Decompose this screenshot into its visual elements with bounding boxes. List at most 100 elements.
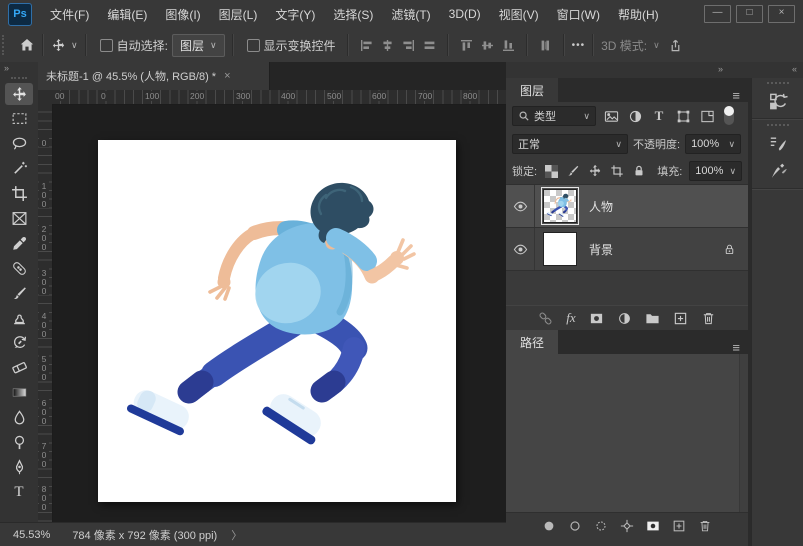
blend-mode-dropdown[interactable]: 正常 ∨ [512,134,628,154]
align-bottom-icon[interactable] [502,39,515,52]
collapse-panels-icon[interactable]: » [718,64,723,74]
filter-type-layers-icon[interactable]: T [650,107,668,125]
fill-dropdown[interactable]: 100% ∨ [689,161,743,181]
paths-scrollbar[interactable] [739,354,748,512]
menu-help[interactable]: 帮助(H) [618,6,659,23]
home-icon[interactable] [19,37,35,53]
layers-menu-icon[interactable]: ≡ [732,89,740,102]
eyedropper-tool[interactable] [5,232,33,254]
spot-healing-tool[interactable] [5,257,33,279]
new-path-icon[interactable] [672,519,686,533]
frame-tool[interactable] [5,207,33,229]
move-tool-preset-icon[interactable] [51,38,66,53]
stroke-path-icon[interactable] [568,519,582,533]
lock-pixels-icon[interactable] [566,163,581,179]
paths-menu-icon[interactable]: ≡ [732,341,740,354]
toolbar-grip[interactable] [11,77,27,79]
gradient-tool[interactable] [5,382,33,404]
strip-grip[interactable] [767,82,789,84]
blur-tool[interactable] [5,406,33,428]
visibility-toggle[interactable] [506,228,535,270]
lasso-tool[interactable] [5,133,33,155]
add-mask-from-path-icon[interactable] [646,519,660,533]
brush-tool[interactable] [5,282,33,304]
link-layers-icon[interactable] [538,311,553,326]
dodge-tool[interactable] [5,431,33,453]
move-tool[interactable] [5,83,33,105]
menu-file[interactable]: 文件(F) [50,6,89,23]
align-top-icon[interactable] [460,39,473,52]
filter-toggle-switch[interactable] [724,106,734,125]
filter-adjustment-layers-icon[interactable] [626,107,644,125]
new-layer-icon[interactable] [673,311,688,326]
layer-thumbnail[interactable] [541,187,579,225]
menu-type[interactable]: 文字(Y) [275,6,315,23]
adjustment-layer-icon[interactable] [617,311,632,326]
eraser-tool[interactable] [5,357,33,379]
new-group-icon[interactable] [645,311,660,326]
layer-row-background[interactable]: 背景 [506,228,748,271]
lock-transparency-icon[interactable] [544,163,559,179]
status-chevron-icon[interactable]: 〉 [231,527,242,543]
menu-select[interactable]: 选择(S) [333,6,373,23]
auto-select-checkbox[interactable] [99,38,113,52]
brushes-panel-icon[interactable] [763,158,793,184]
menu-edit[interactable]: 编辑(E) [107,6,147,23]
align-middle-v-icon[interactable] [481,39,494,52]
vertical-ruler[interactable]: 0 100 200 300 400 500 600 700 800 [38,104,53,522]
delete-path-icon[interactable] [698,519,712,533]
type-tool[interactable]: T [5,481,33,503]
mode-3d-chevron-icon[interactable]: ∨ [653,40,660,51]
layer-style-button[interactable]: fx [566,310,575,326]
pen-tool[interactable] [5,456,33,478]
menu-window[interactable]: 窗口(W) [557,6,600,23]
rectangular-marquee-tool[interactable] [5,108,33,130]
clone-stamp-tool[interactable] [5,307,33,329]
magic-wand-tool[interactable] [5,158,33,180]
history-panel-icon[interactable] [763,88,793,114]
tab-paths[interactable]: 路径 [506,330,559,354]
layer-filter-dropdown[interactable]: 类型 ∨ [512,106,596,126]
show-transform-checkbox[interactable] [246,38,260,52]
minimize-button[interactable]: — [704,5,731,23]
visibility-toggle[interactable] [506,185,535,227]
layer-name[interactable]: 人物 [589,198,613,215]
menu-3d[interactable]: 3D(D) [449,7,481,21]
toolbar-collapse-icon[interactable]: » [0,62,38,75]
menu-layer[interactable]: 图层(L) [219,6,258,23]
layer-name[interactable]: 背景 [589,241,613,258]
ps-logo[interactable]: Ps [8,2,32,26]
strip-grip[interactable] [767,124,789,126]
crop-tool[interactable] [5,183,33,205]
canvas[interactable] [98,140,456,502]
menu-image[interactable]: 图像(I) [165,6,200,23]
distribute-v-icon[interactable] [539,39,552,52]
horizontal-ruler[interactable]: 00 0 100 200 300 400 500 600 700 800 [52,90,506,105]
history-brush-tool[interactable] [5,332,33,354]
close-button[interactable]: × [768,5,795,23]
tab-close-icon[interactable]: × [224,70,230,82]
selection-as-path-icon[interactable] [620,519,634,533]
share-icon[interactable] [668,38,683,53]
lock-all-icon[interactable] [631,163,646,179]
expand-strip-icon[interactable]: « [792,64,797,74]
fill-path-icon[interactable] [542,519,556,533]
document-tab[interactable]: 未标题-1 @ 45.5% (人物, RGB/8) * × [38,62,270,90]
maximize-button[interactable]: □ [736,5,763,23]
distribute-h-icon[interactable] [423,39,436,52]
filter-shape-layers-icon[interactable] [674,107,692,125]
zoom-level-field[interactable]: 45.53% [13,529,50,541]
auto-select-dropdown[interactable]: 图层 ∨ [171,33,225,57]
opacity-dropdown[interactable]: 100% ∨ [685,134,742,154]
layer-thumbnail[interactable] [543,232,577,266]
options-grip[interactable] [2,35,7,55]
add-mask-icon[interactable] [589,311,604,326]
lock-artboard-icon[interactable] [610,163,625,179]
more-options-button[interactable]: ••• [572,40,586,51]
lock-position-icon[interactable] [588,163,603,179]
tab-layers[interactable]: 图层 [506,78,559,102]
brush-settings-panel-icon[interactable] [763,130,793,156]
menu-filter[interactable]: 滤镜(T) [391,6,430,23]
delete-layer-icon[interactable] [701,311,716,326]
menu-view[interactable]: 视图(V) [499,6,539,23]
